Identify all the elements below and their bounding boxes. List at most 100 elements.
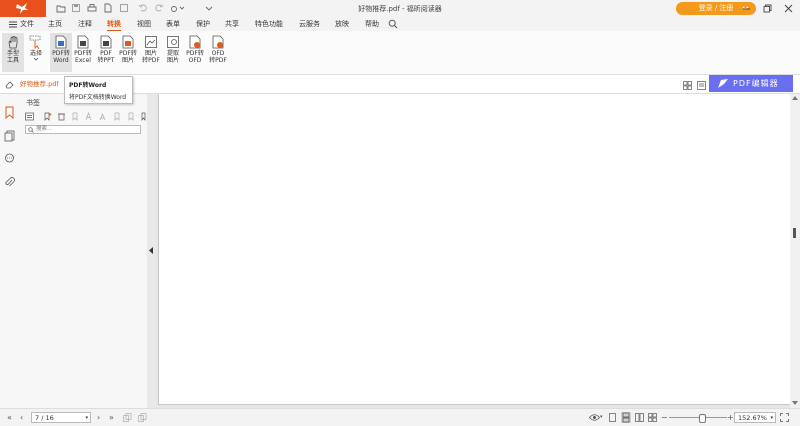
- bookmark-search-box[interactable]: 搜索...: [25, 125, 141, 134]
- font-smaller-icon[interactable]: [99, 112, 108, 121]
- first-page-button[interactable]: «: [7, 413, 12, 422]
- pdf-to-image-label: PDF转 图片: [119, 50, 137, 64]
- undo-icon[interactable]: [138, 3, 148, 13]
- zoom-in-button[interactable]: +: [727, 413, 734, 422]
- pdf-to-ofd-label: PDF转 OFD: [186, 50, 204, 64]
- ofd-to-pdf-icon: [212, 35, 224, 49]
- copy-page-icon[interactable]: [123, 413, 132, 422]
- single-page-view-icon[interactable]: [608, 413, 617, 422]
- new-document-icon[interactable]: [103, 3, 113, 13]
- pdf-editor-banner[interactable]: PDF编辑器: [709, 75, 793, 92]
- chevron-down-icon[interactable]: ▾: [600, 413, 603, 422]
- pages-icon[interactable]: [4, 130, 15, 142]
- document-tab[interactable]: 好物推荐.pdf: [20, 75, 66, 93]
- restore-icon[interactable]: [762, 3, 773, 14]
- bookmark-options-icon[interactable]: [25, 112, 34, 121]
- chevron-down-icon: [33, 57, 39, 61]
- select-button[interactable]: 选择: [25, 33, 47, 72]
- status-bar: « ‹ 7 / 16 ▾ › » ▾ − + 152.67% ▾: [0, 408, 800, 426]
- pdf-to-image-button[interactable]: PDF转 图片: [117, 33, 139, 72]
- tooltip: PDF转Word 将PDF文档转换Word: [64, 76, 133, 104]
- bookmark-move-icon[interactable]: [113, 112, 122, 121]
- open-folder-icon[interactable]: [56, 3, 66, 13]
- menu-features[interactable]: 特色功能: [255, 19, 283, 29]
- image-to-pdf-button[interactable]: 图片 转PDF: [140, 33, 162, 72]
- menu-share[interactable]: 共享: [225, 19, 239, 29]
- continuous-page-view-icon[interactable]: [621, 412, 631, 423]
- eye-icon[interactable]: [589, 413, 600, 422]
- two-page-continuous-icon[interactable]: [648, 413, 657, 422]
- minimize-icon[interactable]: [741, 3, 752, 14]
- attachment-icon[interactable]: [4, 176, 15, 188]
- extract-image-label: 提取 图片: [166, 50, 179, 64]
- bookmark-search-placeholder: 搜索...: [36, 126, 53, 132]
- tooltip-title: PDF转Word: [69, 82, 107, 89]
- single-view-icon[interactable]: [697, 81, 706, 90]
- fullscreen-icon[interactable]: [780, 413, 789, 422]
- page-number-input[interactable]: 7 / 16 ▾: [31, 412, 91, 423]
- zoom-slider-thumb[interactable]: [699, 414, 706, 423]
- pdf-to-excel-icon: [77, 35, 89, 49]
- save-icon[interactable]: [71, 3, 81, 13]
- last-page-button[interactable]: »: [109, 413, 114, 422]
- search-icon: [28, 127, 34, 133]
- hand-tool-button[interactable]: 手型 工具: [2, 33, 24, 72]
- two-page-view-icon[interactable]: [635, 413, 644, 422]
- pdf-to-ppt-icon: [100, 35, 112, 49]
- redo-icon[interactable]: [154, 3, 164, 13]
- pdf-to-ppt-button[interactable]: PDF 转PPT: [95, 33, 117, 72]
- zoom-level-input[interactable]: 152.67% ▾: [734, 412, 776, 423]
- bookmark-expand-all-icon[interactable]: [127, 112, 136, 121]
- menu-comment[interactable]: 注释: [78, 19, 92, 29]
- next-page-button[interactable]: ›: [97, 413, 100, 422]
- font-larger-icon[interactable]: [85, 112, 94, 121]
- close-icon[interactable]: [783, 3, 794, 14]
- pdf-to-ofd-button[interactable]: PDF转 OFD: [184, 33, 206, 72]
- bookmark-icon[interactable]: [4, 106, 15, 119]
- print-icon[interactable]: [87, 3, 97, 13]
- delete-bookmark-icon[interactable]: [57, 112, 66, 121]
- chevron-down-icon: ▾: [770, 415, 773, 421]
- scroll-up-icon[interactable]: [792, 96, 798, 100]
- pdf-to-ppt-label: PDF 转PPT: [97, 50, 115, 64]
- ribbon-toolbar: 手型 工具 选择 PDF转 Word PDF转 Excel PDF 转PPT P…: [0, 31, 800, 75]
- image-to-pdf-label: 图片 转PDF: [142, 50, 160, 64]
- page-number-value: 7 / 16: [35, 414, 54, 422]
- panel-collapse-bar[interactable]: [147, 94, 156, 408]
- extract-image-button[interactable]: 提取 图片: [162, 33, 184, 72]
- paste-page-icon[interactable]: [138, 413, 147, 422]
- window-icon[interactable]: [119, 3, 129, 13]
- scroll-down-icon[interactable]: [792, 401, 798, 405]
- search-icon[interactable]: [388, 19, 398, 29]
- customize-dropdown-icon[interactable]: [204, 3, 214, 13]
- pdf-page: [158, 94, 791, 405]
- pdf-to-word-icon: [55, 35, 67, 49]
- menu-view[interactable]: 视图: [137, 19, 151, 29]
- eraser-icon[interactable]: [5, 80, 14, 89]
- menu-form[interactable]: 表单: [166, 19, 180, 29]
- grid-view-icon[interactable]: [683, 81, 692, 90]
- menu-bar: 文件 主页 注释 转换 视图 表单 保护 共享 特色功能 云服务 放映 帮助: [0, 17, 800, 32]
- bookmarks-title: 书签: [26, 99, 40, 107]
- menu-protect[interactable]: 保护: [196, 19, 210, 29]
- prev-page-button[interactable]: ‹: [20, 413, 23, 422]
- expand-bookmark-icon[interactable]: [71, 112, 80, 121]
- menu-help[interactable]: 帮助: [365, 19, 379, 29]
- menu-home[interactable]: 主页: [48, 19, 62, 29]
- zoom-out-button[interactable]: −: [661, 413, 668, 422]
- menu-cloud[interactable]: 云服务: [299, 19, 320, 29]
- pdf-to-excel-button[interactable]: PDF转 Excel: [72, 33, 94, 72]
- menu-file[interactable]: 文件: [20, 19, 34, 29]
- menu-convert[interactable]: 转换: [107, 19, 121, 32]
- zoom-slider[interactable]: [669, 417, 727, 418]
- pdf-to-word-button[interactable]: PDF转 Word: [50, 33, 72, 72]
- comments-icon[interactable]: [4, 153, 15, 164]
- vertical-scrollbar[interactable]: [790, 94, 800, 408]
- hamburger-menu-icon[interactable]: [9, 21, 17, 28]
- ofd-to-pdf-button[interactable]: OFD 转PDF: [207, 33, 229, 72]
- menu-slideshow[interactable]: 放映: [335, 19, 349, 29]
- add-bookmark-icon[interactable]: [43, 112, 52, 121]
- scroll-thumb[interactable]: [793, 228, 796, 238]
- tools-dropdown-icon[interactable]: [170, 3, 184, 13]
- app-logo[interactable]: [0, 0, 46, 17]
